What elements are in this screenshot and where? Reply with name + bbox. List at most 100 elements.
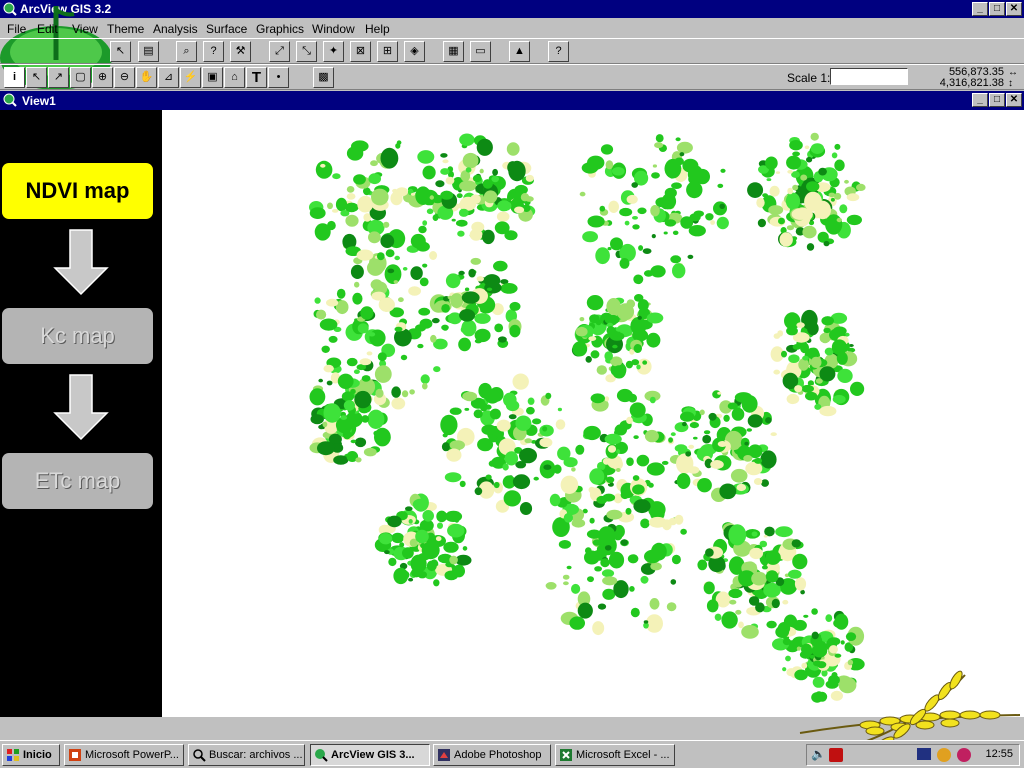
- vegetation-patch: [620, 539, 628, 546]
- vegetation-patch: [342, 429, 352, 440]
- vegetation-patch: [759, 540, 768, 548]
- vegetation-patch: [697, 478, 712, 493]
- vegetation-patch: [640, 575, 649, 584]
- vegetation-patch: [717, 391, 722, 395]
- zoom-active-themes-icon[interactable]: ⤡: [296, 41, 317, 62]
- close-button[interactable]: ✕: [1006, 2, 1022, 16]
- vegetation-patch: [731, 407, 745, 421]
- menu-help[interactable]: Help: [365, 22, 390, 36]
- start-button[interactable]: Inicio: [2, 744, 60, 766]
- label-icon[interactable]: ⌂: [224, 67, 245, 88]
- select-features-icon[interactable]: ↖: [110, 41, 131, 62]
- messenger-icon[interactable]: [937, 748, 951, 762]
- menu-window[interactable]: Window: [312, 22, 355, 36]
- find-icon[interactable]: ⌕: [176, 41, 197, 62]
- vegetation-patch: [756, 197, 765, 208]
- vegetation-patch: [714, 613, 722, 621]
- adobe-reader-icon[interactable]: [829, 748, 843, 762]
- help-pointer-icon[interactable]: ?: [548, 41, 569, 62]
- taskbar-item-search[interactable]: Buscar: archivos ...: [188, 744, 305, 766]
- select-none-icon[interactable]: ▦: [443, 41, 464, 62]
- vegetation-patch: [805, 391, 818, 401]
- text-tool-icon[interactable]: T: [246, 67, 267, 88]
- measure-icon[interactable]: ⊿: [158, 67, 179, 88]
- identify-icon[interactable]: i: [4, 67, 25, 88]
- query-builder-icon[interactable]: ?: [203, 41, 224, 62]
- vegetation-patch: [498, 336, 507, 343]
- vegetation-patch: [353, 369, 360, 375]
- zoom-selected-icon[interactable]: ✦: [323, 41, 344, 62]
- menu-file[interactable]: File: [7, 22, 26, 36]
- zoom-in-fixed-icon[interactable]: ⊠: [350, 41, 371, 62]
- network-icon[interactable]: [917, 748, 931, 760]
- menu-edit[interactable]: Edit: [37, 22, 58, 36]
- vegetation-patch: [828, 192, 836, 198]
- vegetation-patch: [604, 545, 612, 551]
- vegetation-patch: [765, 417, 772, 424]
- vegetation-patch: [741, 625, 759, 639]
- vegetation-patch: [676, 141, 693, 154]
- vegetation-patch: [764, 526, 775, 537]
- pan-icon[interactable]: ✋: [136, 67, 157, 88]
- vegetation-patch: [431, 317, 440, 324]
- vegetation-patch: [368, 332, 376, 337]
- scale-input[interactable]: [830, 68, 908, 85]
- vegetation-patch: [604, 433, 622, 445]
- locate-address-icon[interactable]: ⚒: [230, 41, 251, 62]
- map-display[interactable]: [162, 110, 1024, 717]
- vegetation-patch: [632, 484, 645, 495]
- taskbar-item-photoshop[interactable]: Adobe Photoshop: [433, 744, 551, 766]
- vegetation-patch: [579, 191, 586, 197]
- draw-point-icon[interactable]: •: [268, 67, 289, 88]
- vegetation-patch: [539, 437, 553, 448]
- vegetation-patch: [634, 294, 644, 302]
- area-of-interest-icon[interactable]: ▣: [202, 67, 223, 88]
- vegetation-patch: [655, 197, 669, 208]
- menu-surface[interactable]: Surface: [206, 22, 247, 36]
- vegetation-patch: [703, 430, 711, 435]
- zoom-out-fixed-icon[interactable]: ⊞: [377, 41, 398, 62]
- vegetation-patch: [429, 251, 438, 260]
- menu-graphics[interactable]: Graphics: [256, 22, 304, 36]
- speaker-icon[interactable]: 🔈: [811, 747, 826, 761]
- taskbar-item-arcview[interactable]: ArcView GIS 3...: [310, 744, 430, 766]
- vegetation-patch: [836, 217, 842, 223]
- vegetation-patch: [457, 230, 465, 237]
- theme-legend-icon[interactable]: ▲: [509, 41, 530, 62]
- maximize-button[interactable]: □: [989, 2, 1005, 16]
- vegetation-patch: [348, 455, 354, 460]
- view-minimize-button[interactable]: _: [972, 93, 988, 107]
- windows-logo-icon: [7, 749, 19, 761]
- antivirus-icon[interactable]: [957, 748, 971, 762]
- vegetation-patch: [473, 409, 483, 419]
- vegetation-patch: [481, 477, 486, 481]
- open-table-icon[interactable]: ▤: [138, 41, 159, 62]
- taskbar-item-excel[interactable]: Microsoft Excel - ...: [555, 744, 675, 766]
- zoom-out-icon[interactable]: ⊖: [114, 67, 135, 88]
- select-feature-tool-icon[interactable]: ▢: [70, 67, 91, 88]
- zoom-full-extent-icon[interactable]: ⤢: [269, 41, 290, 62]
- hotlink-icon[interactable]: ⚡: [180, 67, 201, 88]
- vegetation-patch: [648, 516, 667, 528]
- vertex-edit-icon[interactable]: ↗: [48, 67, 69, 88]
- menu-theme[interactable]: Theme: [107, 22, 144, 36]
- zoom-previous-icon[interactable]: ◈: [404, 41, 425, 62]
- vegetation-patch: [738, 621, 744, 629]
- menu-analysis[interactable]: Analysis: [153, 22, 198, 36]
- vegetation-patch: [589, 468, 605, 485]
- vegetation-patch: [736, 483, 747, 492]
- view-close-button[interactable]: ✕: [1006, 93, 1022, 107]
- pointer-icon[interactable]: ↖: [26, 67, 47, 88]
- vegetation-patch: [400, 354, 408, 361]
- vegetation-patch: [590, 393, 605, 404]
- vegetation-patch: [526, 406, 535, 415]
- vegetation-patch: [512, 474, 531, 490]
- menu-view[interactable]: View: [72, 22, 98, 36]
- layout-icon[interactable]: ▭: [470, 41, 491, 62]
- minimize-button[interactable]: _: [972, 2, 988, 16]
- spatial-analyst-icon[interactable]: ▩: [313, 67, 334, 88]
- zoom-in-icon[interactable]: ⊕: [92, 67, 113, 88]
- view-maximize-button[interactable]: □: [989, 93, 1005, 107]
- vegetation-patch: [352, 292, 363, 305]
- taskbar-item-powerpoint[interactable]: Microsoft PowerP...: [64, 744, 184, 766]
